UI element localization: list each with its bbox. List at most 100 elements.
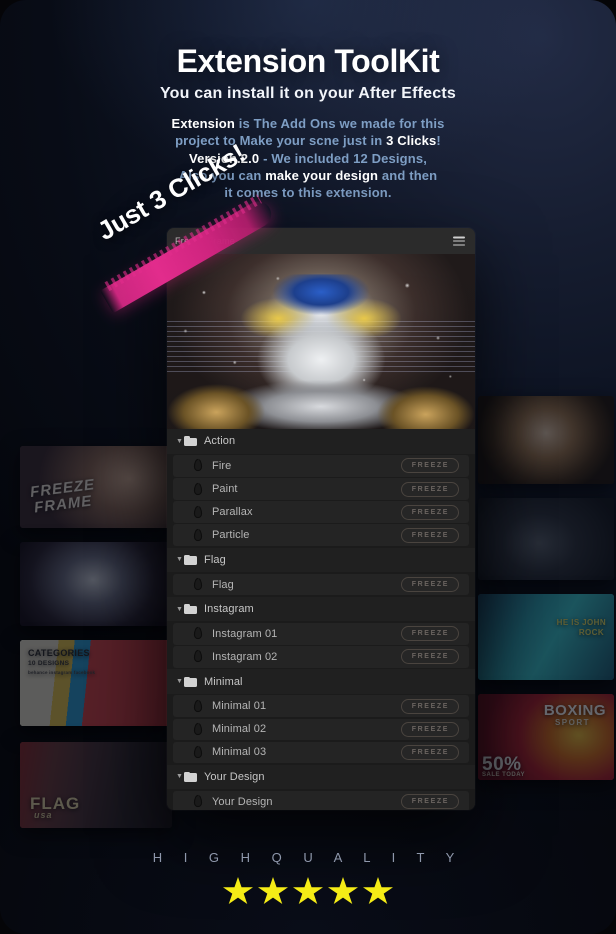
preset-item-label: Minimal 02 — [212, 723, 267, 736]
preset-item-label: Paint — [212, 483, 238, 496]
chevron-down-icon[interactable]: ▼ — [175, 556, 184, 563]
preset-item-label: Your Design — [212, 795, 273, 808]
freeze-button[interactable]: FREEZE — [400, 504, 459, 520]
preset-item-row[interactable]: Fire FREEZE — [173, 455, 469, 477]
preset-item-row[interactable]: Instagram 02 FREEZE — [173, 646, 469, 668]
flame-icon — [192, 746, 204, 759]
freeze-button[interactable]: FREEZE — [400, 794, 459, 810]
preset-item-row[interactable]: Particle FREEZE — [173, 524, 469, 546]
preset-group-row[interactable]: ▼ Your Design — [167, 764, 475, 790]
star-rating — [0, 877, 616, 906]
description-line-5: it comes to this extension. — [224, 185, 392, 201]
preset-item-row[interactable]: Instagram 01 FREEZE — [173, 623, 469, 645]
preset-item-label: Fire — [212, 459, 232, 472]
flame-icon — [192, 506, 204, 519]
description-line-3-rest: - We included 12 Designs, — [259, 150, 427, 166]
preset-group-row[interactable]: ▼ Action — [167, 429, 475, 454]
folder-icon — [184, 676, 197, 687]
freeze-button[interactable]: FREEZE — [400, 626, 459, 642]
description-line-1: Extension is The Add Ons we made for thi… — [0, 115, 616, 132]
freeze-button[interactable]: FREEZE — [400, 649, 459, 665]
preset-group-row[interactable]: ▼ Instagram — [167, 596, 475, 622]
john-rock-thumb-caption-2: ROCK — [578, 628, 604, 637]
thumb-overlay — [478, 498, 614, 580]
preset-group-row[interactable]: ▼ Minimal — [167, 669, 475, 694]
boxing-thumb: BOXING SPORT 50% SALE TODAY — [478, 694, 614, 780]
high-quality-label: H I G H Q U A L I T Y — [152, 850, 464, 865]
description-text: Extension is The Add Ons we made for thi… — [0, 115, 616, 201]
panel-header: Freeze Frame — [167, 228, 475, 254]
preset-item-row[interactable]: Flag FREEZE — [173, 573, 469, 596]
promo-card: Extension ToolKit You can install it on … — [0, 0, 616, 934]
preset-item-row[interactable]: Parallax FREEZE — [173, 501, 469, 523]
description-line-2-b: ! — [436, 133, 441, 149]
flame-icon — [192, 627, 204, 640]
preset-item-label: Flag — [212, 578, 234, 591]
description-line-4-a: Also you can — [178, 167, 266, 183]
star-icon — [328, 877, 358, 904]
preview-debris-particles — [167, 254, 475, 429]
footer-block: H I G H Q U A L I T Y — [0, 850, 616, 906]
star-icon — [223, 877, 253, 904]
folder-icon — [184, 771, 197, 782]
description-bold-make-design: make your design — [265, 167, 379, 183]
extension-panel: Freeze Frame ▼ Action Fire FREEZE Paint FREEZ… — [167, 228, 475, 810]
folder-icon — [184, 604, 197, 615]
star-icon — [293, 877, 323, 904]
freeze-button[interactable]: FREEZE — [400, 527, 459, 543]
soldier-thumb — [478, 498, 614, 580]
preset-group-label: Minimal — [204, 675, 243, 688]
preset-item-label: Instagram 01 — [212, 627, 278, 640]
flag-thumb-caption-2: usa — [34, 810, 53, 820]
flame-icon — [192, 795, 204, 808]
freeze-button[interactable]: FREEZE — [400, 577, 459, 592]
flame-icon — [192, 700, 204, 713]
categories-thumb-caption-3: behance instagram facebook — [28, 670, 96, 675]
john-rock-thumb-caption: HE IS JOHN — [556, 618, 606, 627]
preset-item-label: Minimal 03 — [212, 746, 267, 759]
chevron-down-icon[interactable]: ▼ — [175, 773, 184, 780]
preset-item-row[interactable]: Paint FREEZE — [173, 478, 469, 500]
freeze-button[interactable]: FREEZE — [400, 698, 459, 714]
description-line-4-b: and then — [378, 167, 438, 183]
star-icon — [258, 877, 288, 904]
preset-item-label: Particle — [212, 529, 250, 542]
chevron-down-icon[interactable]: ▼ — [175, 606, 184, 613]
boxing-thumb-caption-2: SPORT — [554, 718, 590, 727]
boxing-thumb-caption-4: SALE TODAY — [482, 772, 526, 778]
description-line-4: Also you can make your design and then — [0, 167, 616, 184]
freeze-button[interactable]: FREEZE — [400, 458, 459, 474]
thumb-overlay — [478, 594, 614, 680]
hamburger-menu-icon[interactable] — [453, 236, 465, 246]
thumb-overlay — [20, 542, 172, 626]
preset-group-label: Instagram — [204, 603, 254, 616]
chevron-down-icon[interactable]: ▼ — [175, 438, 184, 445]
preset-item-row[interactable]: Your Design FREEZE — [173, 790, 469, 810]
thumb-overlay — [478, 396, 614, 484]
freeze-button[interactable]: FREEZE — [400, 481, 459, 497]
flame-icon — [192, 529, 204, 542]
preset-item-label: Instagram 02 — [212, 650, 278, 663]
freeze-frame-thumb: FREEZE FRAME — [20, 446, 172, 528]
headline-block: Extension ToolKit You can install it on … — [0, 44, 616, 103]
categories-thumb: CATEGORIES 10 DESIGNS behance instagram … — [20, 640, 172, 726]
description-line-2-a: project to Make your scne just in — [175, 133, 387, 149]
preset-item-label: Minimal 01 — [212, 700, 267, 713]
preset-item-row[interactable]: Minimal 02 FREEZE — [173, 718, 469, 740]
preset-item-row[interactable]: Minimal 03 FREEZE — [173, 741, 469, 764]
page-title: Extension ToolKit — [176, 43, 440, 79]
chevron-down-icon[interactable]: ▼ — [175, 678, 184, 685]
categories-thumb-caption: CATEGORIES — [28, 648, 90, 658]
flag-thumb: FLAG usa — [20, 742, 172, 828]
freeze-button[interactable]: FREEZE — [400, 744, 459, 760]
john-rock-thumb: HE IS JOHN ROCK — [478, 594, 614, 680]
preset-list: ▼ Action Fire FREEZE Paint FREEZE Parallax FREE… — [167, 429, 475, 810]
description-bold-extension: Extension — [171, 116, 235, 131]
flame-icon — [192, 483, 204, 496]
preset-item-row[interactable]: Minimal 01 FREEZE — [173, 695, 469, 717]
preset-group-row[interactable]: ▼ Flag — [167, 547, 475, 573]
freeze-button[interactable]: FREEZE — [400, 721, 459, 737]
quad-bike-thumb — [20, 542, 172, 626]
folder-icon — [184, 436, 197, 447]
description-bold-three-clicks: 3 Clicks — [386, 133, 437, 149]
